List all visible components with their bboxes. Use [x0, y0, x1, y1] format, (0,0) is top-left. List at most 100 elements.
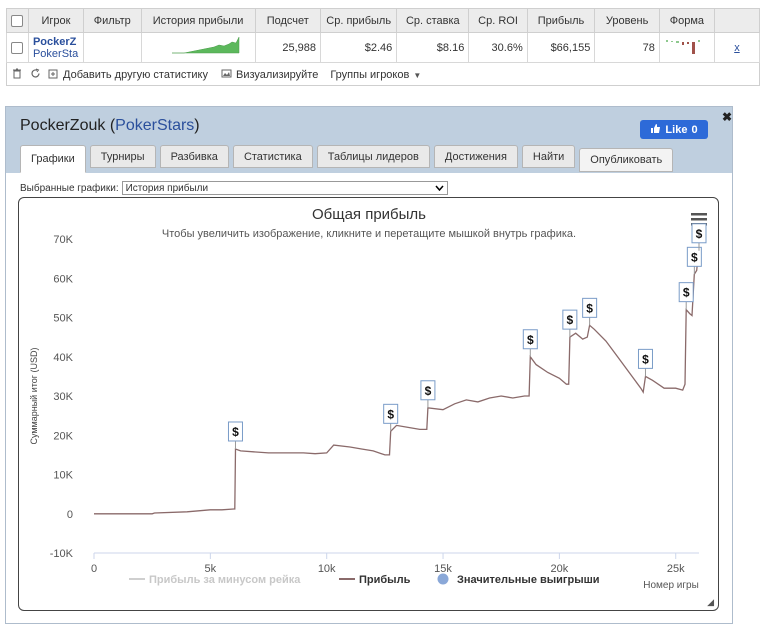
- refresh-icon[interactable]: [29, 68, 41, 82]
- y-tick-label: 0: [67, 509, 73, 521]
- col-header-player[interactable]: Игрок: [27, 8, 84, 33]
- select-all-checkbox-cell[interactable]: [6, 8, 29, 33]
- profit-chart[interactable]: Общая прибыль Чтобы увеличить изображение…: [19, 198, 718, 610]
- col-header-avg-stake[interactable]: Ср. ставка: [396, 8, 470, 33]
- profit-sparkline: [171, 36, 239, 54]
- x-tick-label: 0: [91, 563, 97, 575]
- x-tick-label: 15k: [434, 563, 452, 575]
- tab-find[interactable]: Найти: [521, 145, 576, 168]
- visualize-button[interactable]: Визуализируйте: [220, 68, 318, 82]
- filter-cell[interactable]: [82, 32, 142, 63]
- y-tick-label: 70K: [53, 234, 73, 246]
- y-tick-label: 10K: [53, 470, 73, 482]
- y-tick-label: -10K: [50, 548, 74, 560]
- player-cell[interactable]: PockerZ PokerSta: [27, 32, 84, 63]
- count-cell: 25,988: [254, 32, 322, 63]
- image-icon: [220, 68, 232, 82]
- tab-tournaments[interactable]: Турниры: [89, 145, 156, 168]
- player-name-link[interactable]: PockerZ: [33, 36, 79, 48]
- close-panel-icon[interactable]: ✖: [722, 110, 732, 124]
- y-tick-label: 30K: [53, 391, 73, 403]
- player-panel: PockerZouk (PokerStars) Like 0 Графики Т…: [5, 106, 733, 624]
- legend-item-label[interactable]: Прибыль за минусом рейка: [149, 574, 301, 586]
- legend-swatch: [437, 573, 449, 585]
- profit-series-line: [94, 248, 702, 515]
- chart-subtitle: Чтобы увеличить изображение, кликните и …: [162, 228, 576, 240]
- big-win-flag-label: $: [696, 227, 703, 241]
- big-win-flag-label: $: [683, 286, 690, 300]
- player-name: PockerZouk: [20, 117, 106, 134]
- trash-icon[interactable]: [11, 68, 23, 82]
- publish-button[interactable]: Опубликовать: [579, 148, 674, 172]
- big-win-flag-label: $: [232, 425, 239, 439]
- y-tick-label: 40K: [53, 352, 73, 364]
- add-stat-button[interactable]: Добавить другую статистику: [47, 68, 208, 82]
- col-header-avg-roi[interactable]: Ср. ROI: [468, 8, 528, 33]
- big-win-flag-label: $: [425, 384, 432, 398]
- tab-leaderboards[interactable]: Таблицы лидеров: [316, 145, 430, 168]
- big-win-flag-label: $: [387, 407, 394, 421]
- big-win-flag-label: $: [642, 352, 649, 366]
- panel-tabs: Графики Турниры Разбивка Статистика Табл…: [20, 145, 674, 173]
- y-tick-label: 20K: [53, 430, 73, 442]
- profit-cell: $66,155: [526, 32, 596, 63]
- table-row: PockerZ PokerSta 25,988 $2.46 $8.16 30.6…: [6, 32, 761, 63]
- big-win-flag-label: $: [567, 313, 574, 327]
- tab-statistics[interactable]: Статистика: [232, 145, 313, 168]
- table-toolbar: Добавить другую статистику Визуализируйт…: [11, 66, 427, 84]
- y-axis-label: Суммарный итог (USD): [29, 347, 39, 444]
- legend-item-label[interactable]: Прибыль: [359, 574, 411, 586]
- tab-achievements[interactable]: Достижения: [433, 145, 518, 168]
- caret-down-icon: ▼: [413, 70, 422, 80]
- row-checkbox-cell[interactable]: [6, 32, 29, 63]
- form-cell: [658, 32, 715, 63]
- profit-chart-container: Общая прибыль Чтобы увеличить изображение…: [18, 197, 719, 611]
- level-cell: 78: [594, 32, 660, 63]
- add-stat-label: Добавить другую статистику: [63, 69, 208, 81]
- like-count: 0: [691, 123, 698, 136]
- avg-roi-cell: 30.6%: [468, 32, 528, 63]
- col-header-profit-history[interactable]: История прибыли: [140, 8, 256, 33]
- tab-breakdown[interactable]: Разбивка: [159, 145, 229, 168]
- col-header-avg-profit[interactable]: Ср. прибыль: [320, 8, 398, 33]
- player-groups-label: Группы игроков: [330, 69, 410, 81]
- avg-profit-cell: $2.46: [320, 32, 398, 63]
- select-all-checkbox[interactable]: [11, 14, 24, 27]
- col-header-level[interactable]: Уровень: [594, 8, 660, 33]
- paren-close: ): [194, 117, 200, 134]
- player-site-link[interactable]: PokerSta: [33, 48, 79, 60]
- add-column-icon: [47, 68, 59, 82]
- panel-title: PockerZouk (PokerStars): [20, 117, 200, 135]
- x-tick-label: 10k: [318, 563, 336, 575]
- x-axis-label: Номер игры: [643, 580, 699, 591]
- row-checkbox[interactable]: [11, 41, 24, 54]
- thumbs-up-icon: [650, 123, 661, 137]
- col-header-profit[interactable]: Прибыль: [526, 8, 596, 33]
- big-win-flag-label: $: [527, 333, 534, 347]
- chart-type-select[interactable]: История прибыли: [121, 181, 448, 195]
- chart-type-select-value: История прибыли: [125, 182, 209, 194]
- remove-cell: x: [713, 32, 761, 63]
- like-label: Like: [665, 123, 688, 136]
- player-site-link[interactable]: PokerStars: [115, 117, 194, 134]
- facebook-like-button[interactable]: Like 0: [640, 120, 708, 139]
- col-header-count[interactable]: Подсчет: [254, 8, 322, 33]
- col-header-filter[interactable]: Фильтр: [82, 8, 142, 33]
- panel-header: PockerZouk (PokerStars) Like 0 Графики Т…: [6, 107, 732, 173]
- y-tick-label: 50K: [53, 313, 73, 325]
- stats-table: Игрок Фильтр История прибыли Подсчет Ср.…: [6, 8, 761, 63]
- tab-charts[interactable]: Графики: [20, 145, 86, 173]
- big-win-flag-label: $: [586, 301, 593, 315]
- x-tick-label: 25k: [667, 563, 685, 575]
- selected-charts-label: Выбранные графики:: [20, 182, 119, 194]
- chevron-down-icon: [435, 183, 444, 193]
- stats-table-container: Игрок Фильтр История прибыли Подсчет Ср.…: [6, 8, 761, 86]
- player-groups-dropdown[interactable]: Группы игроков ▼: [330, 69, 421, 81]
- legend-item-label[interactable]: Значительные выигрыши: [457, 574, 600, 586]
- y-tick-label: 60K: [53, 273, 73, 285]
- resize-handle-icon[interactable]: ◢: [707, 597, 714, 608]
- remove-row-link[interactable]: x: [734, 42, 740, 54]
- avg-stake-cell: $8.16: [396, 32, 470, 63]
- col-header-form[interactable]: Форма: [658, 8, 715, 33]
- big-win-flag-label: $: [691, 250, 698, 264]
